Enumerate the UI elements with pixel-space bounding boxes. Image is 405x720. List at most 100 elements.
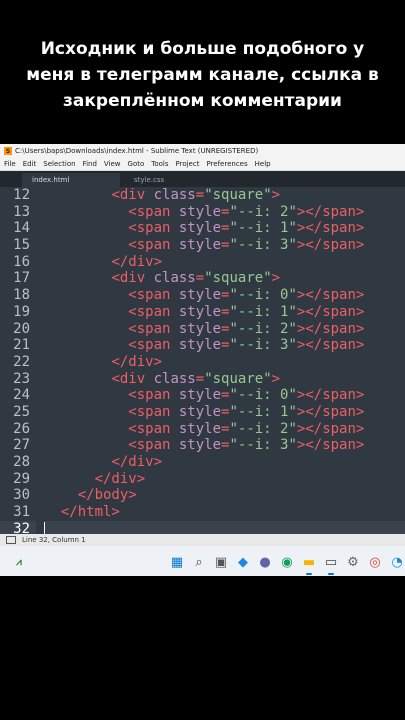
- task-view-icon[interactable]: ▣: [214, 555, 228, 570]
- code-line[interactable]: </div>: [44, 471, 405, 488]
- code-line[interactable]: <span style="--i: 2"></span>: [44, 421, 405, 438]
- window-title: C:\Users\baps\Downloads\index.html - Sub…: [15, 147, 259, 155]
- code-token: ></span>: [296, 303, 365, 320]
- code-line[interactable]: <span style="--i: 3"></span>: [44, 237, 405, 254]
- code-token: style: [178, 387, 222, 404]
- code-line[interactable]: <div class="square">: [44, 270, 405, 287]
- settings-gear-icon[interactable]: ⚙: [346, 555, 360, 570]
- line-number-gutter: 12 13 14 15 16 17 18 19 20 21 22 23 24 25 26 27 28 29 30 31…: [0, 187, 36, 538]
- menu-edit[interactable]: Edit: [23, 160, 37, 168]
- menu-view[interactable]: View: [104, 160, 121, 168]
- code-line[interactable]: <span style="--i: 3"></span>: [44, 437, 405, 454]
- widgets-icon[interactable]: ◆: [236, 555, 250, 570]
- code-line[interactable]: <div class="square">: [44, 371, 405, 388]
- code-line[interactable]: <span style="--i: 3"></span>: [44, 337, 405, 354]
- line-number: 28: [13, 454, 30, 470]
- code-token: ></span>: [296, 220, 365, 237]
- code-token: >: [271, 270, 281, 287]
- line-number: 15: [13, 237, 30, 254]
- code-token: <span: [128, 287, 179, 304]
- panel-toggle-icon[interactable]: [6, 536, 16, 544]
- menu-file[interactable]: File: [4, 160, 16, 168]
- code-token: </html>: [60, 504, 120, 521]
- menu-selection[interactable]: Selection: [43, 160, 75, 168]
- terminal-icon[interactable]: ▭: [324, 555, 338, 570]
- code-token: "--i: 3": [229, 337, 297, 354]
- code-token: "--i: 3": [229, 237, 297, 254]
- cursor-position: Line 32, Column 1: [22, 536, 86, 544]
- teams-chat-icon[interactable]: ●: [258, 555, 272, 570]
- caption-line-3: закреплённом комментарии: [63, 91, 342, 111]
- code-line[interactable]: <span style="--i: 1"></span>: [44, 404, 405, 421]
- code-token: "--i: 2": [229, 320, 297, 337]
- line-number: 17: [13, 270, 30, 287]
- menu-preferences[interactable]: Preferences: [206, 160, 247, 168]
- edge-browser-icon[interactable]: ◉: [280, 555, 294, 570]
- code-token: "square": [204, 270, 272, 287]
- code-token: style: [178, 403, 222, 420]
- code-token: <span: [128, 437, 179, 454]
- line-number: 21: [13, 337, 30, 354]
- code-token: ></span>: [296, 337, 365, 354]
- code-token: </div>: [94, 470, 146, 487]
- code-line[interactable]: </html>: [44, 504, 405, 521]
- line-number: 23: [13, 370, 30, 387]
- code-line[interactable]: <span style="--i: 0"></span>: [44, 387, 405, 404]
- chrome-browser-icon[interactable]: ◎: [368, 555, 382, 570]
- code-token: <span: [128, 337, 179, 354]
- code-line[interactable]: <span style="--i: 1"></span>: [44, 304, 405, 321]
- code-token: </div>: [111, 353, 163, 370]
- tab-style-css[interactable]: style.css: [124, 173, 214, 187]
- line-number: 18: [13, 287, 30, 304]
- code-token: <span: [128, 303, 179, 320]
- code-token: style: [178, 320, 222, 337]
- code-editor[interactable]: <div class="square"> <span style="--i: 2…: [44, 187, 405, 538]
- code-line[interactable]: </div>: [44, 454, 405, 471]
- code-token: <div: [111, 270, 154, 287]
- code-token: =: [195, 370, 205, 387]
- code-token: <span: [128, 420, 179, 437]
- code-line[interactable]: <div class="square">: [44, 187, 405, 204]
- sublime-app-icon: S: [4, 147, 12, 155]
- code-token: <span: [128, 387, 179, 404]
- widgets-weather-icon[interactable]: ⩘: [12, 555, 26, 569]
- menu-help[interactable]: Help: [255, 160, 271, 168]
- code-line[interactable]: <span style="--i: 2"></span>: [44, 204, 405, 221]
- code-line[interactable]: </div>: [44, 354, 405, 371]
- code-token: <span: [128, 320, 179, 337]
- code-token: style: [178, 437, 222, 454]
- code-line[interactable]: </body>: [44, 487, 405, 504]
- code-token: ></span>: [296, 287, 365, 304]
- code-line[interactable]: <span style="--i: 2"></span>: [44, 321, 405, 338]
- search-icon[interactable]: ⌕: [192, 555, 206, 570]
- code-token: </body>: [77, 487, 137, 504]
- line-number: 24: [13, 387, 30, 404]
- menu-bar: File Edit Selection Find View Goto Tools Projec…: [0, 158, 405, 171]
- tab-index-html[interactable]: index.html: [22, 173, 120, 187]
- code-token: <div: [111, 187, 154, 203]
- code-token: style: [178, 420, 222, 437]
- menu-tools[interactable]: Tools: [151, 160, 168, 168]
- code-line[interactable]: <span style="--i: 1"></span>: [44, 220, 405, 237]
- code-token: style: [178, 237, 222, 254]
- windows-start-icon[interactable]: ▦: [170, 555, 184, 570]
- edge-icon[interactable]: ◔: [390, 555, 404, 570]
- line-number: 30: [13, 487, 30, 504]
- code-token: </div>: [111, 454, 163, 470]
- code-token: style: [178, 337, 222, 354]
- menu-goto[interactable]: Goto: [128, 160, 145, 168]
- code-line[interactable]: </div>: [44, 254, 405, 271]
- code-token: <span: [128, 203, 179, 220]
- line-number: 13: [13, 203, 30, 220]
- line-number: 14: [13, 220, 30, 237]
- windows-taskbar: ⩘ ▦ ⌕ ▣ ◆ ● ◉ ▬ ▭ ⚙ ◎ ◔: [0, 546, 405, 576]
- menu-project[interactable]: Project: [176, 160, 200, 168]
- file-explorer-icon[interactable]: ▬: [302, 555, 316, 570]
- code-token: class: [153, 187, 196, 203]
- menu-find[interactable]: Find: [83, 160, 97, 168]
- code-token: <span: [128, 237, 179, 254]
- code-line[interactable]: <span style="--i: 0"></span>: [44, 287, 405, 304]
